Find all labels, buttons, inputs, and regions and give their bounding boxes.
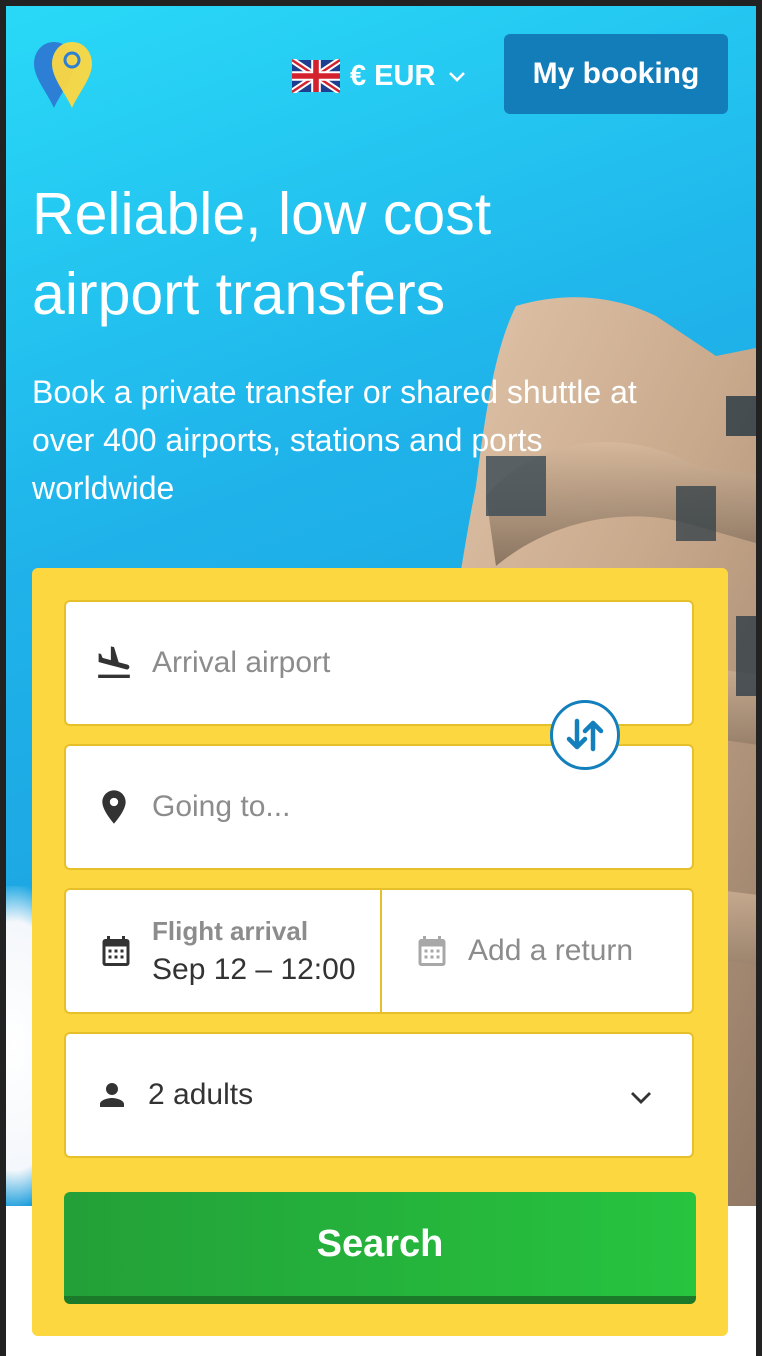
my-booking-button[interactable]: My booking (504, 34, 728, 114)
location-pin-icon (102, 790, 126, 824)
person-icon (100, 1083, 124, 1107)
logo-icon[interactable] (32, 38, 96, 110)
hero-subtitle: Book a private transfer or shared shuttl… (32, 374, 637, 506)
flight-arrival-value: Sep 12 – 12:00 (152, 952, 356, 986)
calendar-icon (418, 936, 446, 966)
swap-button[interactable] (550, 700, 620, 770)
page-frame: € EUR My booking Reliable, low cost airp… (6, 6, 756, 1356)
destination-placeholder: Going to... (152, 790, 291, 823)
chevron-down-icon (631, 1092, 651, 1104)
search-panel: Arrival airport Going to... Flight arriv… (32, 568, 728, 1336)
return-date-field[interactable]: Add a return (382, 890, 633, 1012)
chevron-down-icon (449, 72, 466, 82)
passengers-value: 2 adults (148, 1078, 254, 1111)
uk-flag-icon (292, 59, 340, 93)
flight-arrival-field[interactable]: Flight arrival Sep 12 – 12:00 (66, 890, 382, 1012)
dates-field: Flight arrival Sep 12 – 12:00 Add a retu… (64, 888, 694, 1014)
return-placeholder: Add a return (468, 934, 634, 967)
passengers-select[interactable]: 2 adults (64, 1032, 694, 1158)
swap-icon (566, 718, 604, 752)
search-button[interactable]: Search (64, 1192, 696, 1304)
hero-title: Reliable, low cost airport transfers (32, 181, 492, 327)
currency-label: € EUR (350, 59, 436, 92)
flight-arrival-label: Flight arrival (152, 915, 309, 946)
plane-arrival-icon (98, 646, 130, 678)
currency-selector[interactable]: € EUR (292, 56, 467, 96)
arrival-airport-placeholder: Arrival airport (152, 646, 331, 679)
calendar-icon (102, 936, 130, 966)
